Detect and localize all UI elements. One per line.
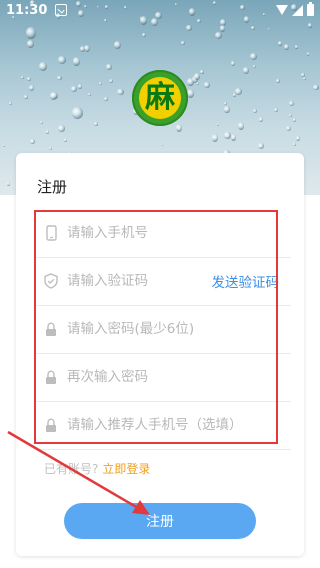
raindrop	[58, 124, 66, 133]
raindrop	[275, 78, 280, 84]
raindrop	[308, 22, 312, 28]
raindrop	[259, 116, 263, 122]
battery-icon	[307, 2, 314, 16]
notification-icon	[55, 4, 68, 16]
raindrop	[141, 32, 146, 38]
raindrop	[57, 75, 62, 81]
raindrop	[104, 96, 108, 102]
annotation-highlight-box	[34, 210, 278, 444]
card-title: 注册	[37, 178, 68, 196]
raindrop	[230, 134, 237, 142]
raindrop	[64, 138, 68, 143]
raindrop	[288, 113, 292, 118]
have-account-text: 已有账号?	[44, 462, 99, 476]
raindrop	[251, 25, 256, 31]
wifi-icon	[276, 5, 288, 15]
raindrop	[117, 88, 124, 96]
raindrop	[186, 25, 193, 32]
raindrop	[195, 81, 199, 86]
raindrop	[277, 41, 282, 46]
register-button[interactable]: 注册	[64, 503, 256, 539]
raindrop	[72, 107, 84, 119]
raindrop	[29, 85, 35, 91]
raindrop	[200, 70, 205, 75]
raindrop	[2, 143, 6, 147]
raindrop	[106, 63, 112, 71]
raindrop	[176, 123, 183, 132]
raindrop	[313, 84, 319, 91]
raindrop	[230, 60, 236, 66]
raindrop	[39, 121, 43, 125]
raindrop	[49, 91, 57, 100]
raindrop	[48, 146, 52, 151]
raindrop	[223, 106, 230, 113]
raindrop	[21, 75, 24, 79]
raindrop	[285, 125, 291, 131]
raindrop	[87, 92, 92, 97]
status-time: 11:30	[6, 2, 48, 18]
raindrop	[293, 143, 297, 147]
login-prompt: 已有账号? 立即登录	[44, 460, 150, 477]
login-link[interactable]: 立即登录	[102, 462, 150, 476]
raindrop	[109, 79, 114, 84]
raindrop	[215, 32, 223, 40]
raindrop	[253, 64, 257, 68]
status-bar: 11:30	[0, 0, 320, 20]
raindrop	[292, 117, 297, 122]
raindrop	[242, 66, 250, 75]
raindrop	[274, 108, 278, 113]
logo-character: 麻	[139, 77, 181, 119]
raindrop	[257, 142, 264, 150]
raindrop	[94, 121, 98, 126]
raindrop	[295, 136, 301, 141]
raindrop	[27, 76, 31, 81]
status-icons	[276, 2, 314, 16]
raindrop	[289, 100, 294, 106]
raindrop	[98, 81, 102, 85]
app-logo: 麻	[132, 70, 188, 126]
signal-icon	[292, 4, 303, 16]
raindrop	[249, 53, 257, 61]
raindrop	[216, 122, 220, 127]
raindrop	[253, 108, 258, 113]
raindrop	[79, 46, 86, 53]
raindrop	[38, 61, 48, 71]
raindrop	[303, 76, 306, 80]
raindrop	[71, 85, 77, 92]
raindrop	[6, 182, 10, 186]
raindrop	[194, 73, 200, 80]
raindrop	[9, 101, 12, 106]
raindrop	[294, 45, 299, 50]
raindrop	[113, 40, 121, 49]
raindrop	[224, 131, 231, 140]
raindrop	[224, 101, 227, 106]
raindrop	[45, 129, 50, 134]
raindrop	[25, 27, 37, 39]
raindrop	[268, 27, 271, 31]
raindrop	[306, 52, 310, 56]
raindrop	[211, 133, 219, 143]
raindrop	[30, 139, 35, 145]
raindrop	[219, 25, 226, 33]
raindrop	[160, 144, 163, 147]
raindrop	[27, 39, 35, 48]
raindrop	[72, 57, 80, 67]
raindrop	[204, 81, 210, 89]
raindrop	[284, 43, 290, 50]
raindrop	[237, 121, 245, 131]
raindrop	[181, 40, 185, 46]
raindrop	[77, 84, 83, 89]
raindrop	[24, 94, 28, 99]
raindrop	[235, 88, 242, 96]
register-screen: 11:30 麻 注册 发送验证码	[0, 0, 320, 568]
raindrop	[58, 55, 66, 64]
